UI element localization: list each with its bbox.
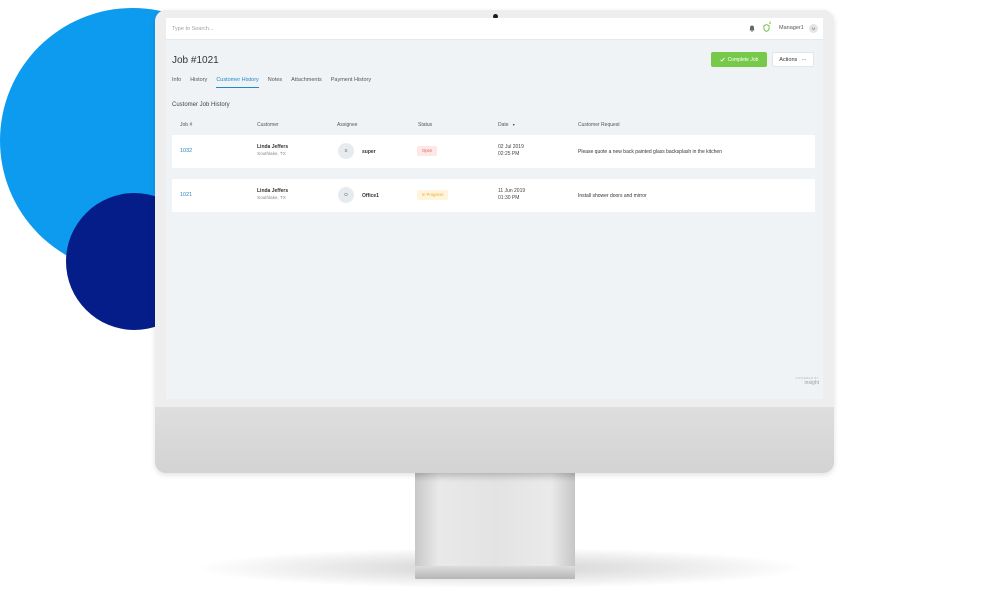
top-bar: 2 Manager1 M	[166, 18, 823, 40]
tab-attachments[interactable]: Attachments	[291, 77, 322, 88]
time-value: 01:30 PM	[498, 195, 520, 201]
column-customer[interactable]: Customer	[257, 122, 279, 128]
complete-job-button[interactable]: Complete Job	[711, 52, 767, 67]
brand-logo: insight	[804, 380, 819, 386]
shield-icon[interactable]	[763, 24, 770, 32]
tab-bar: Info History Customer History Notes Atta…	[172, 77, 380, 88]
assignee-name: Office1	[362, 193, 379, 199]
customer-location: Southlake, TX	[257, 195, 286, 200]
actions-label: Actions	[779, 56, 798, 63]
assignee-name: super	[362, 149, 376, 155]
table-header: Job # Customer Assignee Status Date ▼ Cu…	[172, 122, 815, 132]
assignee-avatar: O	[338, 187, 354, 203]
customer-name[interactable]: Linda Jeffers	[257, 144, 288, 150]
sort-desc-icon: ▼	[511, 123, 516, 127]
column-status[interactable]: Status	[418, 122, 432, 128]
customer-cell: Linda Jeffers Southlake, TX	[257, 188, 288, 200]
user-name[interactable]: Manager1	[779, 25, 804, 31]
date-cell: 11 Jun 2019 01:30 PM	[498, 188, 525, 202]
tab-history[interactable]: History	[190, 77, 207, 88]
search-input[interactable]	[172, 23, 372, 35]
status-badge: Open	[417, 146, 438, 156]
tab-payment-history[interactable]: Payment History	[331, 77, 371, 88]
monitor-stand-neck	[415, 471, 575, 568]
column-job[interactable]: Job #	[180, 122, 192, 128]
job-link[interactable]: 1021	[180, 192, 192, 198]
monitor-frame: 2 Manager1 M Job #1021 Complete Job Acti…	[155, 10, 834, 473]
page-title: Job #1021	[172, 55, 219, 66]
bell-icon[interactable]	[749, 25, 755, 32]
column-assignee[interactable]: Assignee	[337, 122, 358, 128]
date-value: 11 Jun 2019	[498, 188, 526, 194]
table-row[interactable]: 1021 Linda Jeffers Southlake, TX O Offic…	[172, 179, 815, 212]
column-date-label: Date	[498, 122, 509, 128]
table-row[interactable]: 1032 Linda Jeffers Southlake, TX S super…	[172, 135, 815, 168]
customer-request: Please quote a new back painted glass ba…	[578, 149, 722, 155]
assignee-avatar: S	[338, 143, 354, 159]
check-icon	[719, 57, 725, 62]
tab-customer-history[interactable]: Customer History	[216, 77, 259, 88]
actions-button[interactable]: Actions ···	[772, 52, 814, 67]
tab-info[interactable]: Info	[172, 77, 181, 88]
date-value: 02 Jul 2019	[498, 144, 524, 150]
powered-by: POWERED BY insight	[786, 376, 819, 386]
complete-job-label: Complete Job	[727, 56, 759, 63]
monitor-stand-foot	[415, 566, 575, 579]
customer-location: Southlake, TX	[257, 151, 286, 156]
app-screen: 2 Manager1 M Job #1021 Complete Job Acti…	[166, 18, 823, 399]
customer-name[interactable]: Linda Jeffers	[257, 188, 288, 194]
status-badge: In Progress	[417, 190, 449, 200]
time-value: 02:25 PM	[498, 151, 520, 157]
column-date[interactable]: Date ▼	[498, 122, 515, 128]
date-cell: 02 Jul 2019 02:25 PM	[498, 144, 524, 158]
notification-count: 2	[769, 20, 772, 25]
section-title: Customer Job History	[172, 102, 230, 108]
more-icon: ···	[801, 56, 807, 63]
job-link[interactable]: 1032	[180, 148, 192, 154]
tab-notes[interactable]: Notes	[268, 77, 282, 88]
monitor-chin	[155, 407, 834, 473]
customer-cell: Linda Jeffers Southlake, TX	[257, 144, 288, 156]
user-avatar[interactable]: M	[809, 24, 818, 33]
column-customer-request[interactable]: Customer Request	[578, 122, 620, 128]
customer-request: Install shower doors and mirror	[578, 193, 647, 199]
